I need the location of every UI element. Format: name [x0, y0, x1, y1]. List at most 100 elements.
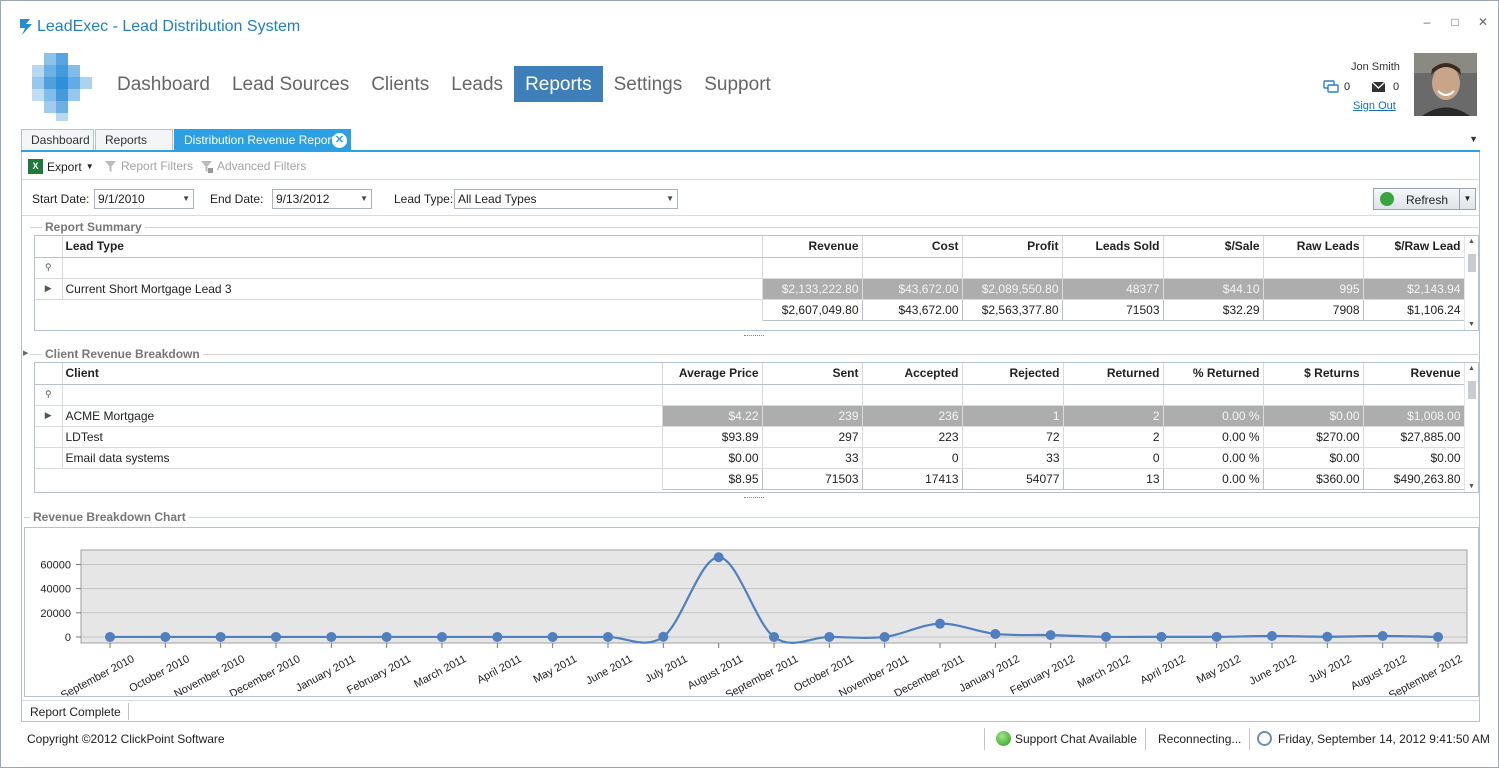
- app-logo-icon: [20, 19, 32, 35]
- filter-cell[interactable]: [1363, 384, 1465, 406]
- start-date-field[interactable]: 9/1/2010 ▼: [94, 189, 194, 209]
- maximize-button[interactable]: □: [1448, 15, 1462, 29]
- mail-icon[interactable]: [1372, 82, 1385, 92]
- nav-reports[interactable]: Reports: [514, 66, 603, 102]
- scroll-up-icon[interactable]: ▲: [1468, 365, 1475, 372]
- data-point: [824, 631, 835, 642]
- column-header[interactable]: % Returned: [1163, 363, 1264, 385]
- tab-close-icon[interactable]: ✕: [332, 133, 347, 148]
- main-nav: Dashboard Lead Sources Clients Leads Rep…: [106, 66, 782, 102]
- column-header[interactable]: Accepted: [862, 363, 963, 385]
- nav-settings[interactable]: Settings: [603, 66, 694, 102]
- tab-list-dropdown-icon[interactable]: ▼: [1469, 134, 1478, 144]
- chat-count: 0: [1344, 81, 1351, 93]
- lead-type-select[interactable]: All Lead Types ▼: [454, 189, 678, 209]
- summary-scrollbar[interactable]: ▲ ▼: [1464, 236, 1478, 330]
- column-header[interactable]: Cost: [862, 236, 963, 258]
- data-point: [437, 631, 447, 642]
- scroll-down-icon[interactable]: ▼: [1468, 483, 1475, 490]
- filter-cell[interactable]: [962, 257, 1063, 279]
- data-point: [1322, 631, 1333, 642]
- data-point: [1156, 631, 1167, 642]
- column-header[interactable]: Rejected: [962, 363, 1064, 385]
- filter-cell[interactable]: [1062, 257, 1164, 279]
- close-button[interactable]: ✕: [1476, 15, 1490, 29]
- column-header[interactable]: Raw Leads: [1263, 236, 1364, 258]
- table-row[interactable]: LDTest $93.89 297 223 72 2 0.00 % $270.0…: [35, 426, 1465, 448]
- column-header[interactable]: Lead Type: [62, 236, 763, 258]
- y-tick-label: 60000: [40, 559, 71, 571]
- app-window: LeadExec - Lead Distribution System – □ …: [0, 0, 1499, 768]
- support-chat-status[interactable]: Support Chat Available: [1015, 732, 1137, 746]
- filter-cell[interactable]: [1263, 257, 1364, 279]
- document-tabs: Dashboard Reports Distribution Revenue R…: [21, 129, 1480, 151]
- nav-dashboard[interactable]: Dashboard: [106, 66, 221, 102]
- table-row[interactable]: ▶ Current Short Mortgage Lead 3 $2,133,2…: [35, 278, 1465, 300]
- table-row[interactable]: ▶ ACME Mortgage $4.22 239 236 1 2 0.00 %…: [35, 405, 1465, 427]
- filter-row: ⚲: [35, 384, 1465, 406]
- filter-cell[interactable]: [62, 257, 763, 279]
- end-date-field[interactable]: 9/13/2012 ▼: [272, 189, 372, 209]
- revenue-chart-title: Revenue Breakdown Chart: [30, 510, 189, 524]
- filter-cell[interactable]: [1263, 384, 1364, 406]
- nav-lead-sources[interactable]: Lead Sources: [221, 66, 360, 102]
- client-scrollbar[interactable]: ▲ ▼: [1464, 363, 1478, 492]
- filter-cell[interactable]: [962, 384, 1064, 406]
- table-row[interactable]: Email data systems $0.00 33 0 33 0 0.00 …: [35, 447, 1465, 469]
- sign-out-link[interactable]: Sign Out: [1353, 100, 1396, 112]
- data-point: [1267, 630, 1277, 641]
- support-online-icon: [996, 731, 1011, 746]
- column-header[interactable]: Leads Sold: [1062, 236, 1164, 258]
- x-tick-label: July 2012: [1307, 653, 1354, 686]
- scroll-thumb[interactable]: [1468, 254, 1476, 272]
- column-header[interactable]: Revenue: [1363, 363, 1465, 385]
- scroll-thumb[interactable]: [1468, 381, 1476, 399]
- minimize-button[interactable]: –: [1420, 15, 1434, 29]
- filter-cell[interactable]: [1163, 384, 1264, 406]
- tab-distribution-revenue-report[interactable]: Distribution Revenue Report ✕: [174, 129, 351, 151]
- export-button[interactable]: X Export ▼: [28, 159, 94, 174]
- report-filters-button[interactable]: Report Filters: [104, 159, 193, 173]
- column-header[interactable]: Average Price: [662, 363, 763, 385]
- refresh-dropdown-icon[interactable]: ▼: [1459, 189, 1475, 209]
- filter-cell[interactable]: [1063, 384, 1164, 406]
- mail-count: 0: [1393, 81, 1400, 93]
- filter-cell[interactable]: [1363, 257, 1465, 279]
- scroll-down-icon[interactable]: ▼: [1468, 321, 1475, 328]
- collapse-arrow-icon[interactable]: ▶: [23, 349, 28, 357]
- auto-filter-icon: ⚲: [35, 257, 63, 279]
- report-status-bar: Report Complete: [22, 700, 1479, 721]
- excel-icon: X: [28, 159, 43, 174]
- chevron-down-icon: ▼: [666, 194, 674, 203]
- nav-leads[interactable]: Leads: [440, 66, 514, 102]
- auto-filter-icon: ⚲: [35, 384, 63, 406]
- filter-cell[interactable]: [62, 384, 663, 406]
- filter-cell[interactable]: [1163, 257, 1264, 279]
- nav-clients[interactable]: Clients: [360, 66, 440, 102]
- refresh-button[interactable]: Refresh ▼: [1373, 188, 1476, 210]
- column-header[interactable]: $/Raw Lead: [1363, 236, 1465, 258]
- avatar: [1414, 53, 1477, 116]
- advanced-filters-button[interactable]: Advanced Filters: [200, 159, 306, 173]
- column-header[interactable]: $ Returns: [1263, 363, 1364, 385]
- filter-cell[interactable]: [862, 257, 963, 279]
- filter-cell[interactable]: [762, 257, 863, 279]
- filter-cell[interactable]: [862, 384, 963, 406]
- tab-dashboard[interactable]: Dashboard: [21, 129, 94, 151]
- column-header[interactable]: Returned: [1063, 363, 1164, 385]
- nav-support[interactable]: Support: [693, 66, 782, 102]
- column-header[interactable]: Revenue: [762, 236, 863, 258]
- column-header[interactable]: Client: [62, 363, 663, 385]
- column-header[interactable]: $/Sale: [1163, 236, 1264, 258]
- plot-area: [80, 549, 1468, 644]
- scroll-up-icon[interactable]: ▲: [1468, 238, 1475, 245]
- data-point: [603, 631, 613, 642]
- filter-cell[interactable]: [762, 384, 863, 406]
- tab-reports[interactable]: Reports: [95, 129, 173, 151]
- column-header[interactable]: Sent: [762, 363, 863, 385]
- client-splitter[interactable]: [744, 497, 764, 500]
- filter-cell[interactable]: [662, 384, 763, 406]
- summary-splitter[interactable]: [744, 335, 764, 338]
- chat-icon[interactable]: [1323, 80, 1339, 94]
- column-header[interactable]: Profit: [962, 236, 1063, 258]
